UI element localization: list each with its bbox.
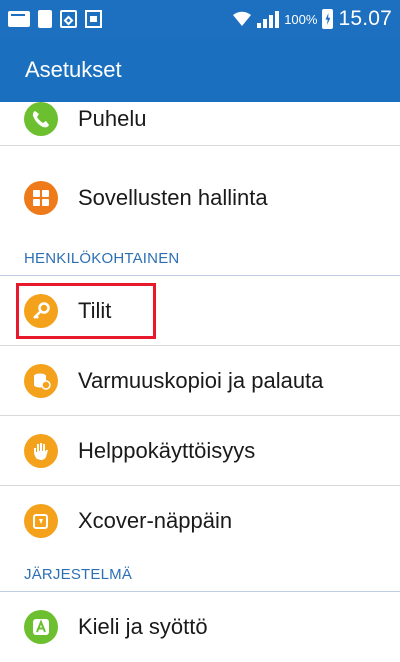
list-item-xcover-nappain[interactable]: Xcover-näppäin — [0, 486, 400, 556]
page-title: Asetukset — [25, 57, 122, 82]
battery-charging-icon — [322, 9, 334, 29]
list-item-helppokayttoisyys[interactable]: Helppokäyttöisyys — [0, 416, 400, 486]
list-item-puhelu[interactable]: Puhelu — [0, 92, 400, 146]
status-bar: 100% 15.07 — [0, 0, 400, 38]
highlight-box — [16, 283, 156, 339]
list-item-sovellusten-hallinta[interactable]: Sovellusten hallinta — [0, 154, 400, 242]
list-item-label: Helppokäyttöisyys — [78, 437, 256, 463]
list-item-varmuuskopioi[interactable]: Varmuuskopioi ja palauta — [0, 346, 400, 416]
phone-icon — [24, 101, 58, 136]
signal-icon — [257, 10, 280, 28]
language-icon — [24, 610, 58, 644]
list-item-kieli-ja-syotto[interactable]: Kieli ja syöttö — [0, 592, 400, 662]
hand-icon — [24, 433, 58, 468]
backup-icon — [24, 363, 58, 398]
notification-icons — [8, 10, 102, 28]
section-header-personal: HENKILÖKOHTAINEN — [0, 240, 400, 276]
list-item-label: Kieli ja syöttö — [78, 614, 208, 639]
xcover-key-icon — [24, 504, 58, 538]
list-item-label: Sovellusten hallinta — [78, 185, 268, 210]
apps-grid-icon — [24, 181, 58, 215]
calendar-icon — [85, 10, 102, 28]
list-item-label: Varmuuskopioi ja palauta — [78, 367, 324, 393]
section-header-system: JÄRJESTELMÄ — [0, 556, 400, 592]
system-icons: 100% 15.07 — [232, 7, 392, 31]
email-icon — [8, 11, 30, 27]
list-item-label: Xcover-näppäin — [78, 508, 233, 533]
wifi-icon — [233, 11, 252, 26]
clock: 15.07 — [338, 7, 392, 30]
battery-percent: 100% — [284, 11, 318, 27]
sd-card-icon — [60, 10, 77, 28]
list-item-label: Puhelu — [78, 105, 147, 131]
document-icon — [38, 10, 52, 28]
